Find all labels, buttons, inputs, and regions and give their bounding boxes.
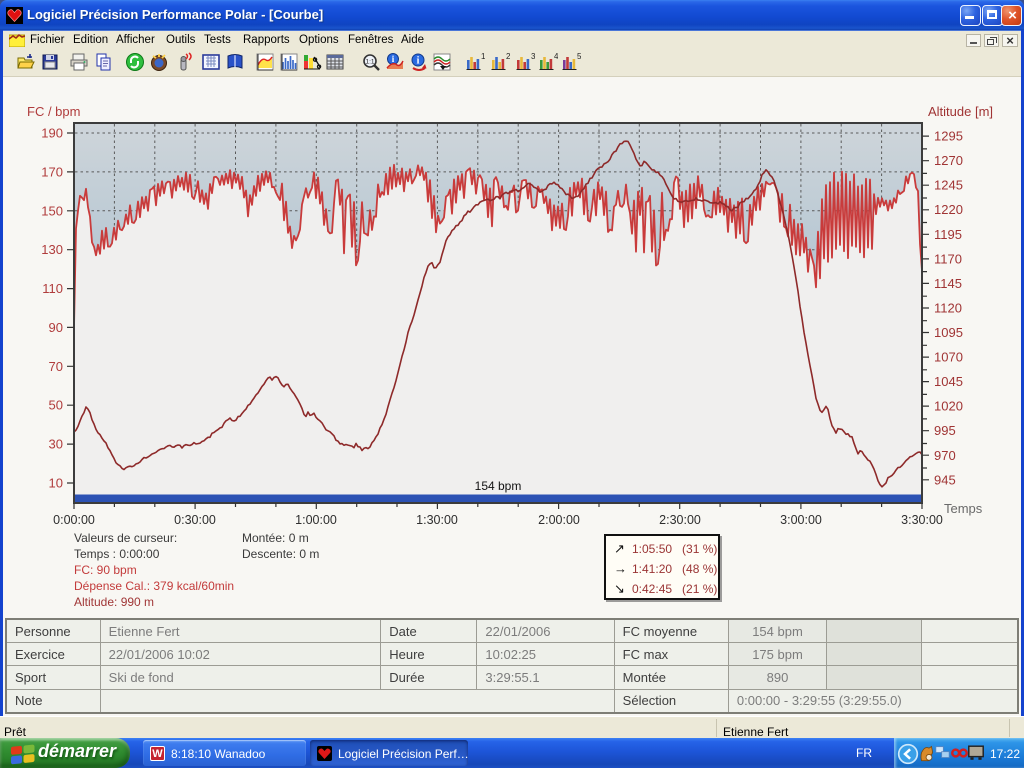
svg-text:70: 70 bbox=[49, 359, 63, 374]
svg-text:1220: 1220 bbox=[934, 202, 963, 217]
svg-text:1120: 1120 bbox=[934, 301, 962, 316]
svg-text:0:00:00: 0:00:00 bbox=[53, 513, 95, 527]
svg-text:30: 30 bbox=[49, 437, 63, 452]
svg-text:Temps: Temps bbox=[944, 501, 983, 516]
svg-text:130: 130 bbox=[41, 242, 63, 257]
svg-text:Altitude [m]: Altitude [m] bbox=[928, 104, 993, 119]
svg-text:50: 50 bbox=[49, 398, 63, 413]
svg-text:190: 190 bbox=[41, 126, 63, 141]
svg-text:0:30:00: 0:30:00 bbox=[174, 513, 216, 527]
svg-text:2:00:00: 2:00:00 bbox=[538, 513, 580, 527]
svg-text:10: 10 bbox=[49, 476, 63, 491]
svg-text:1045: 1045 bbox=[934, 374, 963, 389]
svg-text:170: 170 bbox=[41, 164, 63, 179]
svg-text:970: 970 bbox=[934, 448, 956, 463]
svg-text:1070: 1070 bbox=[934, 350, 963, 365]
svg-text:90: 90 bbox=[49, 320, 63, 335]
svg-text:1295: 1295 bbox=[934, 129, 963, 144]
svg-text:1145: 1145 bbox=[934, 276, 962, 291]
svg-text:154 bpm: 154 bpm bbox=[475, 479, 522, 493]
svg-text:1095: 1095 bbox=[934, 325, 963, 340]
svg-text:1:30:00: 1:30:00 bbox=[416, 513, 458, 527]
svg-text:945: 945 bbox=[934, 472, 956, 487]
svg-text:3:30:00: 3:30:00 bbox=[901, 513, 943, 527]
svg-text:1020: 1020 bbox=[934, 399, 963, 414]
svg-text:150: 150 bbox=[41, 203, 63, 218]
svg-text:1245: 1245 bbox=[934, 178, 963, 193]
svg-text:1:00:00: 1:00:00 bbox=[295, 513, 337, 527]
svg-text:995: 995 bbox=[934, 423, 956, 438]
svg-text:1195: 1195 bbox=[934, 227, 962, 242]
svg-text:3:00:00: 3:00:00 bbox=[780, 513, 822, 527]
svg-text:1170: 1170 bbox=[934, 251, 962, 266]
svg-text:1270: 1270 bbox=[934, 153, 963, 168]
svg-text:FC / bpm: FC / bpm bbox=[27, 104, 80, 119]
svg-text:2:30:00: 2:30:00 bbox=[659, 513, 701, 527]
svg-text:110: 110 bbox=[42, 281, 63, 296]
